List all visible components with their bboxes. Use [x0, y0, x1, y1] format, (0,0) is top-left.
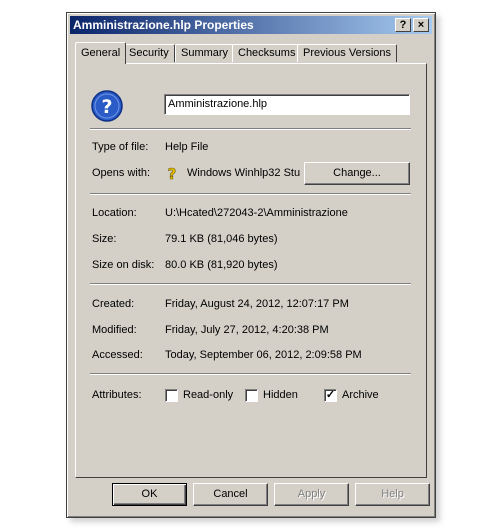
size-label: Size:	[92, 233, 117, 245]
svg-text:?: ?	[101, 96, 112, 118]
divider	[90, 128, 411, 130]
help-question-icon: ?	[167, 165, 177, 181]
modified-label: Modified:	[92, 324, 137, 336]
divider	[90, 193, 411, 195]
hidden-checkbox[interactable]	[245, 389, 258, 402]
tab-summary[interactable]: Summary	[175, 44, 235, 62]
modified-value: Friday, July 27, 2012, 4:20:38 PM	[165, 324, 329, 336]
title-bar[interactable]: Amministrazione.hlp Properties ? ×	[70, 16, 432, 34]
size-on-disk-label: Size on disk:	[92, 259, 155, 271]
tab-security[interactable]: Security	[123, 44, 175, 62]
general-tab-panel: ? Amministrazione.hlp Type of file: Help…	[75, 63, 427, 478]
type-of-file-value: Help File	[165, 141, 209, 153]
opens-with-value: Windows Winhlp32 Stu	[187, 167, 301, 179]
size-value: 79.1 KB (81,046 bytes)	[165, 233, 278, 245]
window-title: Amministrazione.hlp Properties	[73, 18, 254, 32]
file-name-input[interactable]: Amministrazione.hlp	[164, 94, 410, 115]
properties-dialog: Amministrazione.hlp Properties ? × Gener…	[66, 12, 436, 518]
archive-label[interactable]: Archive	[342, 389, 379, 401]
hidden-label[interactable]: Hidden	[263, 389, 298, 401]
ok-button[interactable]: OK	[112, 483, 187, 506]
archive-checkbox[interactable]: ✓	[324, 389, 337, 402]
cancel-button[interactable]: Cancel	[193, 483, 268, 506]
apply-button[interactable]: Apply	[274, 483, 349, 506]
size-on-disk-value: 80.0 KB (81,920 bytes)	[165, 259, 278, 271]
change-button[interactable]: Change...	[304, 162, 410, 185]
location-value: U:\Hcated\272043-2\Amministrazione	[165, 207, 348, 219]
accessed-label: Accessed:	[92, 349, 143, 361]
help-button[interactable]: Help	[355, 483, 430, 506]
type-of-file-label: Type of file:	[92, 141, 149, 153]
read-only-label[interactable]: Read-only	[183, 389, 233, 401]
title-close-button[interactable]: ×	[413, 18, 429, 32]
accessed-value: Today, September 06, 2012, 2:09:58 PM	[165, 349, 362, 361]
svg-text:?: ?	[168, 165, 177, 181]
divider	[90, 283, 411, 285]
divider	[90, 373, 411, 375]
tab-checksums[interactable]: Checksums	[232, 44, 302, 62]
tab-general[interactable]: General	[75, 42, 127, 64]
help-file-icon: ?	[91, 90, 123, 122]
created-label: Created:	[92, 298, 135, 310]
title-help-button[interactable]: ?	[395, 18, 411, 32]
tab-previous-versions[interactable]: Previous Versions	[297, 44, 398, 62]
opens-with-label: Opens with:	[92, 167, 151, 179]
created-value: Friday, August 24, 2012, 12:07:17 PM	[165, 298, 349, 310]
location-label: Location:	[92, 207, 137, 219]
read-only-checkbox[interactable]	[165, 389, 178, 402]
attributes-label: Attributes:	[92, 389, 142, 401]
